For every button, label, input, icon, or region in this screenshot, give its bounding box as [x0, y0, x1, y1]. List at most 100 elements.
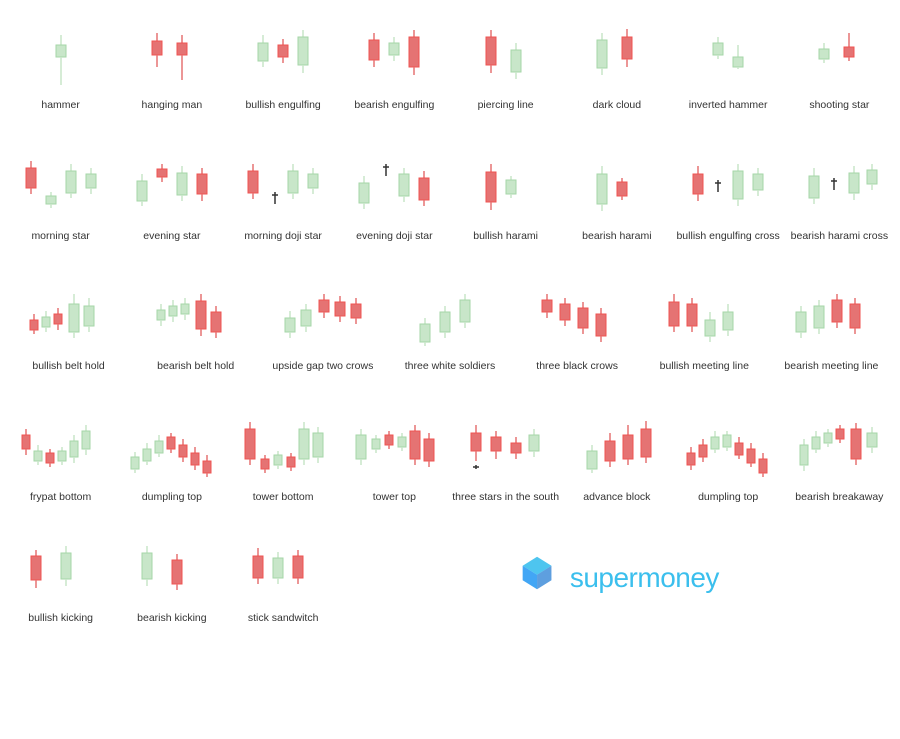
pattern-inverted-hammer: inverted hammer [673, 10, 784, 121]
label-three-white-soldiers: three white soldiers [405, 360, 495, 374]
pattern-evening-doji-star: evening doji star [339, 141, 450, 252]
label-evening-doji-star: evening doji star [356, 230, 432, 244]
label-advance-block: advance block [583, 491, 650, 505]
pattern-hammer: hammer [5, 10, 116, 121]
pattern-bearish-engulfing: bearish engulfing [339, 10, 450, 121]
chart-dark-cloud [572, 15, 662, 95]
chart-bearish-meeting-line [786, 276, 876, 356]
label-three-stars-south: three stars in the south [452, 491, 559, 505]
label-bearish-engulfing: bearish engulfing [354, 99, 434, 113]
label-dumpling-top-2: dumpling top [698, 491, 758, 505]
label-bullish-meeting-line: bullish meeting line [660, 360, 749, 374]
pattern-morning-star: morning star [5, 141, 116, 252]
chart-three-black-crows [532, 276, 622, 356]
chart-morning-doji-star [238, 146, 328, 226]
chart-bullish-engulfing [238, 15, 328, 95]
pattern-dumpling-top-1: dumpling top [116, 402, 227, 513]
chart-inverted-hammer [683, 15, 773, 95]
pattern-bullish-meeting-line: bullish meeting line [641, 271, 768, 382]
supermoney-logo: supermoney [515, 555, 719, 600]
pattern-stick-sandwitch: stick sandwitch [228, 523, 339, 634]
chart-bearish-belt-hold [151, 276, 241, 356]
pattern-tower-top: tower top [339, 402, 450, 513]
label-piercing-line: piercing line [478, 99, 534, 113]
pattern-bearish-breakaway: bearish breakaway [784, 402, 895, 513]
pattern-tower-bottom: tower bottom [228, 402, 339, 513]
chart-frypat-bottom [16, 407, 106, 487]
chart-bullish-belt-hold [24, 276, 114, 356]
chart-three-stars-south [461, 407, 551, 487]
last-row: bullish kicking bearish kicking [0, 523, 900, 634]
pattern-bearish-belt-hold: bearish belt hold [132, 271, 259, 382]
row-4: frypat bottom [0, 392, 900, 523]
label-upside-gap-two-crows: upside gap two crows [272, 360, 373, 374]
chart-evening-doji-star [349, 146, 439, 226]
label-bullish-belt-hold: bullish belt hold [32, 360, 104, 374]
pattern-upside-gap-two-crows: upside gap two crows [259, 271, 386, 382]
chart-bullish-meeting-line [659, 276, 749, 356]
label-bullish-harami: bullish harami [473, 230, 538, 244]
row-1: hammer hanging man [0, 0, 900, 131]
chart-advance-block [572, 407, 662, 487]
pattern-dumpling-top-2: dumpling top [673, 402, 784, 513]
chart-bullish-harami [461, 146, 551, 226]
logo-text: supermoney [570, 562, 719, 594]
label-bearish-kicking: bearish kicking [137, 612, 206, 626]
label-bearish-breakaway: bearish breakaway [795, 491, 883, 505]
label-hanging-man: hanging man [142, 99, 203, 113]
chart-piercing-line [461, 15, 551, 95]
pattern-three-white-soldiers: three white soldiers [386, 271, 513, 382]
label-evening-star: evening star [143, 230, 200, 244]
pattern-bullish-engulfing-cross: bullish engulfing cross [673, 141, 784, 252]
chart-bearish-kicking [127, 528, 217, 608]
logo-area: supermoney [339, 523, 895, 634]
chart-tower-bottom [238, 407, 328, 487]
pattern-hanging-man: hanging man [116, 10, 227, 121]
pattern-bullish-engulfing: bullish engulfing [228, 10, 339, 121]
chart-morning-star [16, 146, 106, 226]
pattern-morning-doji-star: morning doji star [228, 141, 339, 252]
chart-bearish-harami [572, 146, 662, 226]
chart-hanging-man [127, 15, 217, 95]
pattern-bearish-meeting-line: bearish meeting line [768, 271, 895, 382]
chart-upside-gap-two-crows [278, 276, 368, 356]
chart-bearish-breakaway [794, 407, 884, 487]
label-hammer: hammer [41, 99, 80, 113]
chart-dumpling-top-2 [683, 407, 773, 487]
row-2: morning star [0, 131, 900, 262]
pattern-bullish-kicking: bullish kicking [5, 523, 116, 634]
chart-hammer [16, 15, 106, 95]
chart-evening-star [127, 146, 217, 226]
pattern-bearish-harami-cross: bearish harami cross [784, 141, 895, 252]
label-three-black-crows: three black crows [536, 360, 618, 374]
label-bearish-harami-cross: bearish harami cross [791, 230, 888, 244]
chart-bearish-harami-cross [794, 146, 884, 226]
pattern-dark-cloud: dark cloud [561, 10, 672, 121]
chart-stick-sandwitch [238, 528, 328, 608]
chart-bullish-engulfing-cross [683, 146, 773, 226]
chart-bearish-engulfing [349, 15, 439, 95]
label-bullish-engulfing: bullish engulfing [245, 99, 320, 113]
label-frypat-bottom: frypat bottom [30, 491, 91, 505]
pattern-three-black-crows: three black crows [514, 271, 641, 382]
pattern-bearish-harami: bearish harami [561, 141, 672, 252]
chart-shooting-star [794, 15, 884, 95]
pattern-three-stars-south: three stars in the south [450, 402, 561, 513]
label-morning-doji-star: morning doji star [244, 230, 322, 244]
label-bullish-kicking: bullish kicking [28, 612, 93, 626]
label-dark-cloud: dark cloud [593, 99, 641, 113]
label-tower-bottom: tower bottom [253, 491, 314, 505]
pattern-piercing-line: piercing line [450, 10, 561, 121]
pattern-bullish-harami: bullish harami [450, 141, 561, 252]
pattern-bullish-belt-hold: bullish belt hold [5, 271, 132, 382]
chart-dumpling-top-1 [127, 407, 217, 487]
label-bearish-belt-hold: bearish belt hold [157, 360, 234, 374]
label-shooting-star: shooting star [809, 99, 869, 113]
pattern-advance-block: advance block [561, 402, 672, 513]
pattern-frypat-bottom: frypat bottom [5, 402, 116, 513]
label-morning-star: morning star [31, 230, 89, 244]
label-inverted-hammer: inverted hammer [689, 99, 768, 113]
label-tower-top: tower top [373, 491, 416, 505]
label-stick-sandwitch: stick sandwitch [248, 612, 319, 626]
label-bearish-meeting-line: bearish meeting line [784, 360, 878, 374]
